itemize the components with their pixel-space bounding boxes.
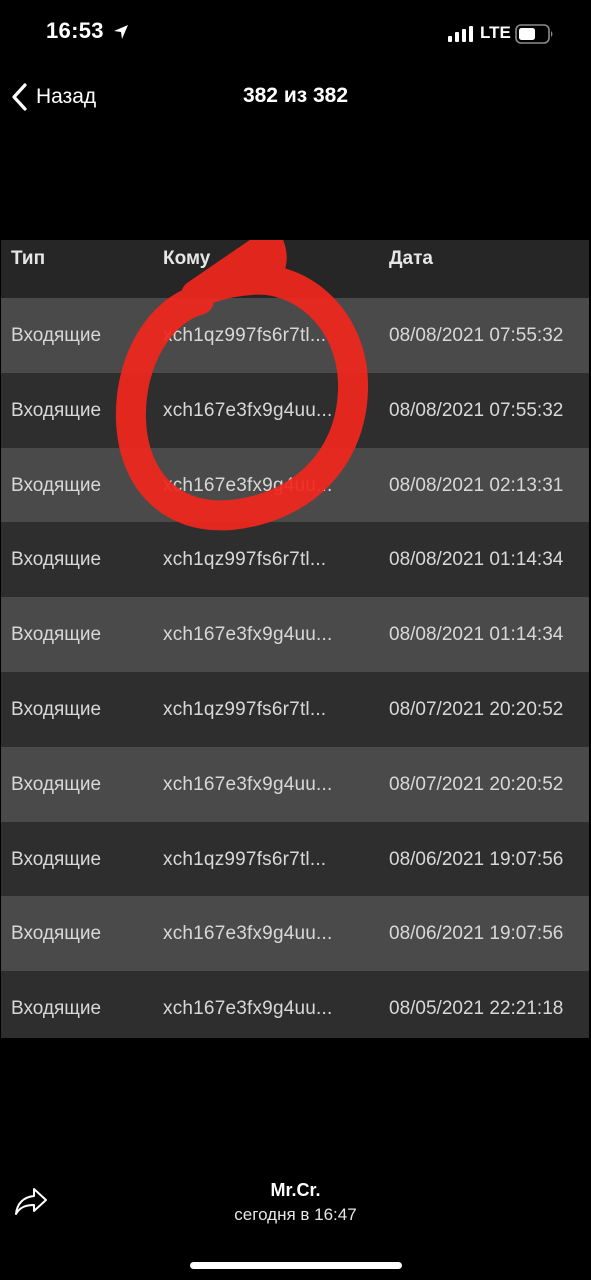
sender-info: Mr.Cr. сегодня в 16:47: [0, 1180, 591, 1225]
cell-to: xch1qz997fs6r7tl...: [163, 848, 327, 870]
table-row: Входящие xch167e3fx9g4uu... 08/05/2021 2…: [1, 971, 589, 1038]
signal-icon: [448, 26, 473, 42]
column-header-to: Кому: [163, 248, 211, 269]
cell-date: 08/08/2021 07:55:32: [389, 325, 564, 346]
cell-date: 08/06/2021 19:07:56: [389, 923, 564, 945]
cell-to: xch1qz997fs6r7tl...: [163, 325, 327, 346]
cell-date: 08/05/2021 22:21:18: [389, 998, 564, 1020]
table-row: Входящие xch1qz997fs6r7tl... 08/08/2021 …: [1, 298, 589, 373]
cell-to: xch167e3fx9g4uu...: [163, 923, 333, 945]
cell-type: Входящие: [11, 474, 102, 496]
cell-type: Входящие: [11, 848, 102, 870]
table-row: Входящие xch1qz997fs6r7tl... 08/06/2021 …: [1, 821, 589, 897]
cell-to: xch167e3fx9g4uu...: [163, 773, 333, 795]
cell-date: 08/08/2021 01:14:34: [389, 549, 564, 571]
cell-to: xch167e3fx9g4uu...: [163, 474, 333, 496]
cell-type: Входящие: [11, 325, 102, 346]
cell-date: 08/07/2021 20:20:52: [389, 773, 564, 795]
cell-type: Входящие: [11, 399, 102, 421]
sender-name: Mr.Cr.: [270, 1180, 321, 1200]
table-row: Входящие xch1qz997fs6r7tl... 08/08/2021 …: [1, 522, 589, 598]
navigation-bar: Назад 382 из 382: [0, 72, 591, 122]
table-row: Входящие xch167e3fx9g4uu... 08/06/2021 1…: [1, 896, 589, 972]
cell-to: xch167e3fx9g4uu...: [163, 399, 333, 421]
cell-date: 08/08/2021 01:14:34: [389, 624, 564, 646]
table-row: Входящие xch167e3fx9g4uu... 08/07/2021 2…: [1, 746, 589, 822]
transaction-table-photo[interactable]: Тип Кому Дата Входящие xch1qz997fs6r7tl.…: [1, 240, 589, 1038]
sent-timestamp: сегодня в 16:47: [234, 1205, 357, 1224]
table-row: Входящие xch167e3fx9g4uu... 08/08/2021 0…: [1, 597, 589, 672]
home-indicator[interactable]: [190, 1262, 402, 1269]
location-arrow-icon: [114, 25, 128, 39]
cell-date: 08/08/2021 07:55:32: [389, 399, 564, 421]
cell-type: Входящие: [11, 698, 102, 720]
cell-to: xch167e3fx9g4uu...: [163, 624, 333, 646]
cell-date: 08/07/2021 20:20:52: [389, 698, 564, 720]
table-row: Входящие xch167e3fx9g4uu... 08/08/2021 0…: [1, 372, 589, 448]
cell-type: Входящие: [11, 624, 102, 646]
cell-date: 08/08/2021 02:13:31: [389, 474, 564, 496]
network-type-label: LTE: [480, 23, 511, 42]
cell-type: Входящие: [11, 923, 102, 945]
battery-icon: [515, 24, 553, 44]
cell-to: xch1qz997fs6r7tl...: [163, 549, 327, 571]
table-header: Тип Кому Дата: [1, 240, 589, 298]
cell-type: Входящие: [11, 773, 102, 795]
page-title: 382 из 382: [242, 84, 349, 107]
cell-type: Входящие: [11, 998, 102, 1020]
cell-to: xch167e3fx9g4uu...: [163, 998, 333, 1020]
status-bar: 16:53 LTE: [0, 0, 591, 66]
table-row: Входящие xch167e3fx9g4uu... 08/08/2021 0…: [1, 447, 589, 523]
status-time: 16:53: [46, 18, 104, 43]
column-header-type: Тип: [11, 248, 46, 269]
cell-type: Входящие: [11, 549, 102, 571]
cell-to: xch1qz997fs6r7tl...: [163, 698, 327, 720]
column-header-date: Дата: [389, 248, 433, 269]
cell-date: 08/06/2021 19:07:56: [389, 848, 564, 870]
table-row: Входящие xch1qz997fs6r7tl... 08/07/2021 …: [1, 671, 589, 747]
photo-viewer-screen: 16:53 LTE Назад 382 из 382 Тип Кому Дата…: [0, 0, 591, 1280]
